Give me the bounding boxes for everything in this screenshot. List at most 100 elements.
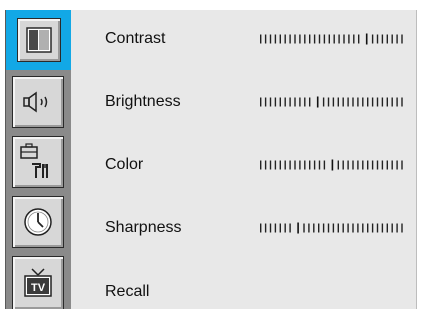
slider-tick [386, 97, 388, 107]
sidebar-item-picture[interactable] [6, 10, 72, 70]
contrast-slider[interactable] [259, 33, 409, 45]
osd-menu-window: TV Contrast Brightness Color Sharpness R… [0, 0, 421, 309]
slider-tick [318, 34, 321, 44]
slider-tick [367, 97, 369, 107]
sharpness-slider-ticks [260, 222, 403, 234]
sidebar-item-setup[interactable] [12, 136, 64, 188]
slider-tick [260, 34, 262, 44]
slider-tick [323, 34, 326, 44]
slider-tick [338, 34, 340, 44]
slider-tick [396, 97, 398, 107]
slider-marker[interactable] [331, 159, 334, 171]
slider-tick [328, 34, 330, 44]
slider-tick [401, 34, 403, 44]
slider-tick [347, 223, 349, 233]
menu-item-recall[interactable]: Recall [71, 270, 416, 314]
slider-tick [294, 160, 296, 170]
slider-tick [274, 34, 277, 44]
menu-item-label: Sharpness [105, 219, 182, 236]
slider-tick [274, 160, 277, 170]
slider-tick [396, 223, 398, 233]
slider-tick [357, 97, 359, 107]
picture-icon-frame [17, 18, 61, 62]
menu-item-contrast[interactable]: Contrast [71, 17, 416, 61]
slider-tick [391, 97, 393, 107]
slider-tick [357, 160, 359, 170]
slider-tick [260, 97, 262, 107]
slider-tick [401, 97, 403, 107]
slider-tick [279, 160, 281, 170]
tv-icon: TV [24, 268, 52, 297]
menu-item-brightness[interactable]: Brightness [71, 80, 416, 124]
slider-tick [332, 223, 335, 233]
slider-tick [391, 160, 393, 170]
slider-tick [376, 34, 379, 44]
slider-tick [353, 34, 355, 44]
slider-tick [352, 97, 354, 107]
slider-marker[interactable] [297, 222, 299, 234]
slider-tick [376, 223, 379, 233]
slider-tick [322, 223, 325, 233]
slider-tick [279, 34, 281, 44]
slider-tick [357, 223, 359, 233]
slider-tick [309, 97, 311, 107]
sidebar-item-timer[interactable] [12, 196, 64, 248]
speaker-icon [23, 91, 48, 113]
osd-sidebar: TV [5, 10, 72, 309]
slider-tick [313, 223, 315, 233]
sharpness-slider[interactable] [259, 222, 409, 234]
contrast-slider-ticks [260, 33, 403, 45]
slider-tick [333, 34, 335, 44]
slider-tick [376, 97, 379, 107]
sidebar-item-audio[interactable] [12, 76, 64, 128]
sidebar-item-tv[interactable]: TV [12, 256, 64, 309]
slider-tick [371, 160, 374, 170]
slider-tick [299, 97, 301, 107]
slider-tick [269, 160, 272, 170]
slider-marker[interactable] [316, 96, 319, 108]
slider-tick [309, 160, 311, 170]
slider-tick [299, 160, 301, 170]
slider-tick [294, 34, 296, 44]
menu-item-label: Brightness [105, 93, 181, 110]
slider-tick [318, 223, 320, 233]
slider-tick [386, 34, 388, 44]
menu-item-sharpness[interactable]: Sharpness [71, 206, 416, 250]
slider-tick [313, 34, 316, 44]
slider-tick [352, 223, 354, 233]
slider-tick [279, 223, 281, 233]
slider-tick [337, 97, 339, 107]
slider-tick [396, 34, 398, 44]
slider-tick [264, 160, 267, 170]
slider-tick [386, 160, 388, 170]
slider-tick [264, 223, 267, 233]
slider-tick [279, 97, 281, 107]
slider-tick [323, 160, 326, 170]
brightness-slider[interactable] [259, 96, 409, 108]
slider-tick [342, 97, 344, 107]
menu-item-label: Recall [105, 283, 150, 300]
slider-tick [274, 97, 277, 107]
slider-tick [269, 97, 272, 107]
slider-tick [260, 160, 262, 170]
slider-tick [284, 34, 286, 44]
menu-item-label: Contrast [105, 30, 166, 47]
slider-tick [284, 160, 286, 170]
slider-tick [269, 34, 272, 44]
slider-tick [308, 223, 310, 233]
slider-tick [386, 223, 388, 233]
slider-marker[interactable] [365, 33, 368, 45]
slider-tick [401, 223, 403, 233]
slider-tick [289, 160, 291, 170]
slider-tick [269, 223, 272, 233]
color-slider[interactable] [259, 159, 409, 171]
slider-tick [264, 97, 267, 107]
slider-tick [371, 223, 374, 233]
slider-tick [381, 97, 384, 107]
tools-icon [20, 143, 48, 178]
slider-tick [309, 34, 311, 44]
menu-item-color[interactable]: Color [71, 143, 416, 187]
slider-tick [337, 160, 339, 170]
slider-tick [396, 160, 398, 170]
slider-tick [274, 223, 277, 233]
